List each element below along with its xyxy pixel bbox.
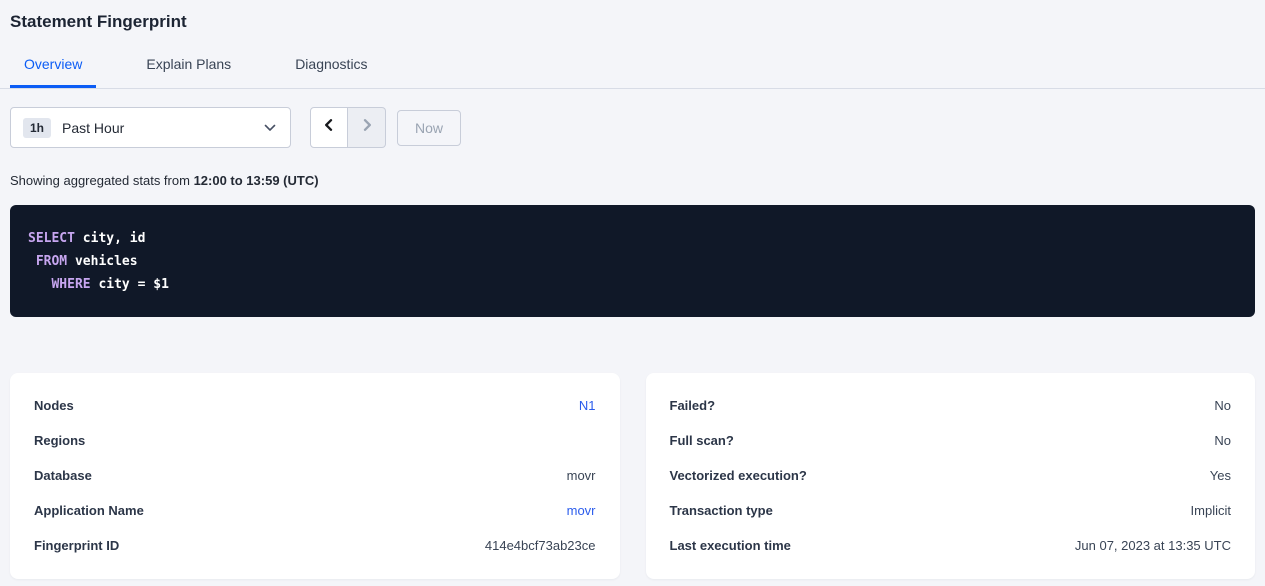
time-range-dropdown[interactable]: 1h Past Hour	[10, 107, 291, 148]
transaction-type-value: Implicit	[1191, 503, 1231, 518]
last-execution-time-label: Last execution time	[670, 538, 791, 553]
sql-keyword: FROM	[36, 254, 67, 269]
stats-time-range: 12:00 to 13:59 (UTC)	[194, 173, 319, 188]
page-title: Statement Fingerprint	[10, 12, 1255, 32]
nodes-label: Nodes	[34, 398, 74, 413]
database-value: movr	[567, 468, 596, 483]
table-row: Transaction type Implicit	[670, 503, 1232, 518]
vectorized-execution-value: Yes	[1210, 468, 1231, 483]
table-row: Regions	[34, 433, 596, 448]
chevron-right-icon	[360, 118, 374, 137]
table-row: Fingerprint ID 414e4bcf73ab23ce	[34, 538, 596, 553]
application-name-value-link[interactable]: movr	[567, 503, 596, 518]
fingerprint-id-value: 414e4bcf73ab23ce	[485, 538, 596, 553]
time-duration-badge: 1h	[23, 118, 51, 138]
application-name-label: Application Name	[34, 503, 144, 518]
last-execution-time-value: Jun 07, 2023 at 13:35 UTC	[1075, 538, 1231, 553]
statement-details-card: Nodes N1 Regions Database movr Applicati…	[10, 373, 620, 579]
vectorized-execution-label: Vectorized execution?	[670, 468, 807, 483]
time-step-buttons	[310, 107, 386, 148]
chevron-down-icon	[264, 124, 276, 132]
nodes-value-link[interactable]: N1	[579, 398, 596, 413]
page-header: Statement Fingerprint	[0, 0, 1265, 32]
full-scan-label: Full scan?	[670, 433, 734, 448]
now-button[interactable]: Now	[397, 110, 461, 146]
chevron-left-icon	[322, 118, 336, 137]
sql-keyword: WHERE	[51, 277, 90, 292]
tab-diagnostics[interactable]: Diagnostics	[281, 46, 381, 88]
table-row: Full scan? No	[670, 433, 1232, 448]
table-row: Database movr	[34, 468, 596, 483]
sql-line: SELECT city, id	[28, 227, 1237, 250]
tab-overview[interactable]: Overview	[10, 46, 96, 88]
table-row: Application Name movr	[34, 503, 596, 518]
time-controls: 1h Past Hour Now	[10, 107, 1255, 148]
database-label: Database	[34, 468, 92, 483]
sql-keyword: SELECT	[28, 231, 75, 246]
time-range-label: Past Hour	[62, 120, 124, 136]
stats-prefix: Showing aggregated stats from	[10, 173, 190, 188]
previous-time-button[interactable]	[310, 107, 348, 148]
fingerprint-id-label: Fingerprint ID	[34, 538, 119, 553]
execution-attributes-card: Failed? No Full scan? No Vectorized exec…	[646, 373, 1256, 579]
table-row: Failed? No	[670, 398, 1232, 413]
regions-label: Regions	[34, 433, 85, 448]
sql-line: WHERE city = $1	[28, 273, 1237, 296]
tab-explain-plans[interactable]: Explain Plans	[132, 46, 245, 88]
table-row: Nodes N1	[34, 398, 596, 413]
failed-label: Failed?	[670, 398, 716, 413]
aggregated-stats-line: Showing aggregated stats from 12:00 to 1…	[10, 173, 1255, 188]
failed-value: No	[1214, 398, 1231, 413]
sql-statement-box: SELECT city, id FROM vehicles WHERE city…	[10, 205, 1255, 317]
tab-bar: Overview Explain Plans Diagnostics	[0, 46, 1265, 89]
table-row: Vectorized execution? Yes	[670, 468, 1232, 483]
next-time-button[interactable]	[348, 107, 386, 148]
transaction-type-label: Transaction type	[670, 503, 773, 518]
summary-cards: Nodes N1 Regions Database movr Applicati…	[10, 373, 1255, 579]
sql-line: FROM vehicles	[28, 250, 1237, 273]
full-scan-value: No	[1214, 433, 1231, 448]
table-row: Last execution time Jun 07, 2023 at 13:3…	[670, 538, 1232, 553]
